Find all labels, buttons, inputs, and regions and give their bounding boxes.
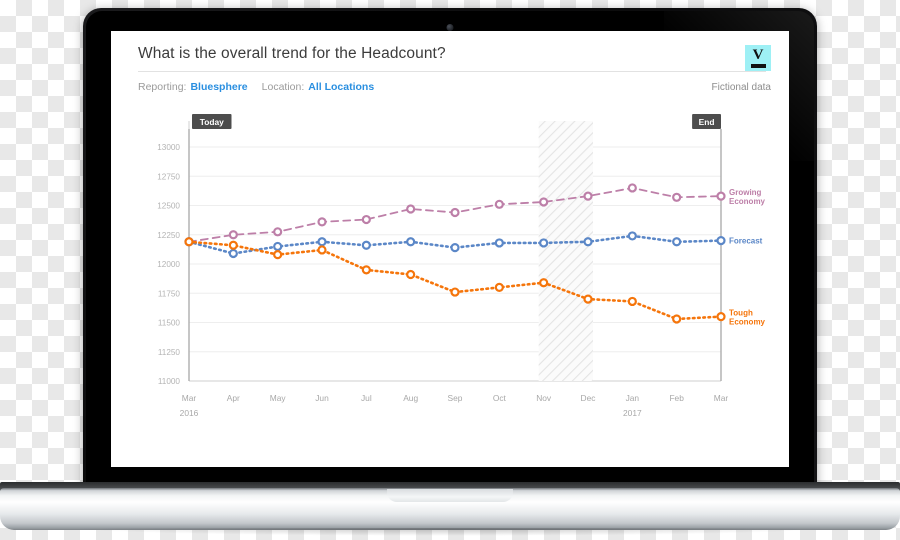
- data-point[interactable]: [273, 241, 283, 252]
- data-point[interactable]: [406, 237, 416, 247]
- data-point[interactable]: [273, 227, 283, 237]
- laptop-shadow: [70, 528, 830, 536]
- x-axis-year-label: 2016: [180, 408, 199, 418]
- y-axis-tick-label: 11250: [158, 348, 181, 357]
- reporting-value-link[interactable]: Bluesphere: [190, 81, 247, 93]
- data-point[interactable]: [228, 240, 238, 250]
- data-point[interactable]: [627, 296, 637, 307]
- dashboard: What is the overall trend for the Headco…: [111, 31, 789, 467]
- chart-area: Today End 13000 12750 12500 12250 12000 11750 1…: [111, 109, 789, 467]
- y-axis-tick-label: 12000: [157, 260, 180, 269]
- series-legend-label: Growing: [729, 188, 762, 197]
- y-axis-tick-label: 11000: [158, 377, 181, 386]
- data-point[interactable]: [450, 207, 460, 218]
- y-axis-tick-label: 12500: [157, 202, 180, 211]
- x-axis-tick-label: Jan: [626, 393, 640, 403]
- data-point[interactable]: [273, 250, 283, 260]
- data-point[interactable]: [450, 287, 460, 297]
- x-axis-tick-label: Mar: [182, 393, 197, 403]
- data-point[interactable]: [406, 269, 416, 280]
- series-legend-label: Tough: [729, 309, 753, 318]
- data-point[interactable]: [361, 214, 371, 225]
- data-point[interactable]: [228, 248, 238, 259]
- series-line: [187, 240, 723, 321]
- x-axis-year-label: 2017: [623, 408, 642, 418]
- data-point[interactable]: [583, 294, 593, 304]
- y-axis-tick-label: 12750: [157, 172, 180, 181]
- data-point[interactable]: [539, 197, 549, 207]
- series-legend-label: Forecast: [729, 237, 763, 246]
- data-point[interactable]: [317, 217, 327, 227]
- data-point[interactable]: [494, 199, 504, 209]
- page-title: What is the overall trend for the Headco…: [138, 45, 446, 62]
- laptop-device: What is the overall trend for the Headco…: [0, 0, 900, 540]
- data-point[interactable]: [494, 238, 504, 248]
- x-axis-tick-label: May: [270, 393, 287, 403]
- x-axis-tick-label: Apr: [227, 393, 240, 403]
- end-marker-label: End: [699, 117, 715, 127]
- x-axis-tick-label: Nov: [536, 393, 552, 403]
- data-point[interactable]: [583, 191, 593, 201]
- x-axis-tick-label: Aug: [403, 393, 418, 403]
- location-value-link[interactable]: All Locations: [308, 81, 374, 93]
- data-point[interactable]: [361, 240, 371, 250]
- today-marker-label: Today: [200, 117, 224, 127]
- chart-y-axis-labels: 13000 12750 12500 12250 12000 11750 11500 11250…: [157, 143, 180, 386]
- data-point[interactable]: [539, 238, 549, 248]
- y-axis-tick-label: 11500: [158, 319, 181, 328]
- data-point[interactable]: [450, 243, 460, 253]
- data-point[interactable]: [583, 237, 593, 247]
- webcam-dot-icon: [446, 24, 454, 31]
- x-axis-tick-label: Oct: [493, 393, 507, 403]
- data-point[interactable]: [716, 191, 726, 201]
- y-axis-tick-label: 11750: [158, 289, 181, 298]
- fictional-data-note: Fictional data: [711, 82, 771, 93]
- logo-bar: [750, 64, 766, 68]
- x-axis-tick-label: Dec: [581, 393, 596, 403]
- data-point[interactable]: [539, 278, 549, 288]
- logo-letter: V: [752, 47, 764, 64]
- chart-hatched-band: [538, 121, 593, 381]
- data-point[interactable]: [672, 237, 682, 247]
- data-point[interactable]: [627, 231, 637, 241]
- data-point[interactable]: [716, 312, 726, 322]
- y-axis-tick-label: 12250: [157, 231, 180, 240]
- data-point[interactable]: [627, 183, 637, 193]
- x-axis-tick-label: Jul: [361, 393, 372, 403]
- dashboard-header: What is the overall trend for the Headco…: [138, 45, 771, 71]
- x-axis-tick-label: Sep: [448, 393, 463, 403]
- chart-x-axis-labels: Mar Apr May Jun Jul Aug Sep Oct Nov Dec Jan Feb Mar 2…: [180, 393, 729, 418]
- data-point[interactable]: [672, 192, 682, 202]
- header-divider: [138, 71, 766, 72]
- brand-logo-icon: V: [745, 45, 771, 71]
- data-point[interactable]: [317, 237, 327, 247]
- laptop-screen: What is the overall trend for the Headco…: [111, 31, 789, 467]
- series-legend-label: Economy: [729, 318, 766, 327]
- data-point[interactable]: [672, 314, 682, 324]
- forecast-uncertainty-band: [538, 121, 593, 381]
- report-meta-row: Reporting: Bluesphere Location: All Loca…: [138, 81, 771, 93]
- y-axis-tick-label: 13000: [157, 143, 180, 152]
- data-point[interactable]: [184, 237, 194, 247]
- data-point[interactable]: [361, 265, 371, 275]
- data-point[interactable]: [494, 282, 504, 292]
- reporting-label: Reporting:: [138, 81, 187, 93]
- chart-inline-legend: GrowingEconomyForecastToughEconomy: [729, 188, 766, 327]
- x-axis-tick-label: Feb: [669, 393, 684, 403]
- data-point[interactable]: [716, 236, 726, 246]
- headcount-line-chart: Today End 1300012750125001225012000117501…: [157, 114, 766, 418]
- x-axis-tick-label: Jun: [315, 393, 329, 403]
- location-label: Location:: [261, 81, 305, 93]
- x-axis-tick-label: Mar: [714, 393, 729, 403]
- laptop-base-notch: [387, 489, 513, 502]
- report-meta-filters: Reporting: Bluesphere Location: All Loca…: [138, 81, 374, 93]
- series-legend-label: Economy: [729, 197, 766, 206]
- data-point[interactable]: [228, 230, 238, 240]
- data-point[interactable]: [406, 204, 416, 214]
- data-point[interactable]: [317, 245, 327, 255]
